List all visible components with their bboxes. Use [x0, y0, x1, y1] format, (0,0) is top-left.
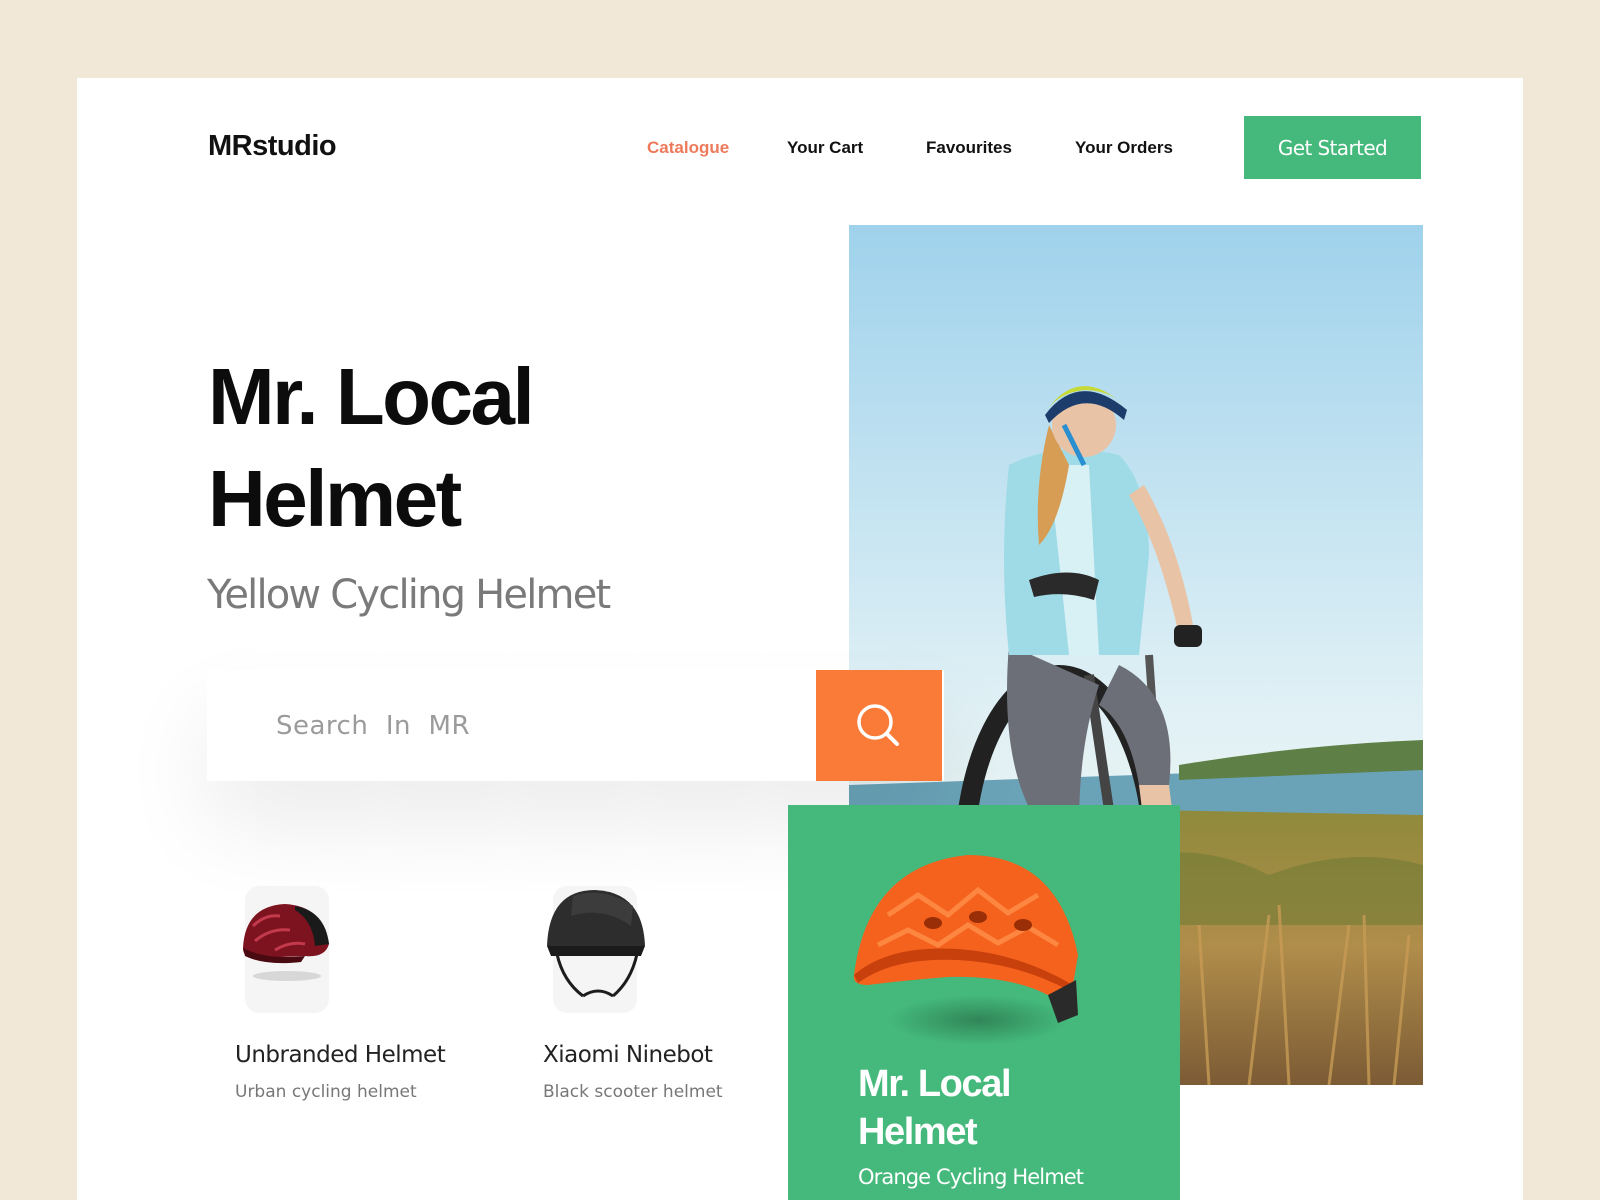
product-description: Black scooter helmet	[543, 1082, 723, 1102]
featured-product-card[interactable]: Mr. Local Helmet Orange Cycling Helmet	[788, 805, 1180, 1200]
featured-subtitle: Orange Cycling Helmet	[858, 1165, 1084, 1189]
hero-title: Mr. Local Helmet	[208, 346, 535, 550]
hero-title-line-2: Helmet	[208, 454, 462, 543]
featured-title-line-2: Helmet	[858, 1111, 978, 1153]
hero-subtitle: Yellow Cycling Helmet	[207, 572, 611, 618]
search-icon	[857, 704, 899, 746]
product-description: Urban cycling helmet	[235, 1082, 417, 1102]
black-helmet-image	[547, 890, 645, 998]
nav-item-catalogue[interactable]: Catalogue	[647, 138, 729, 158]
search-button[interactable]	[816, 670, 942, 781]
featured-title-line-1: Mr. Local	[858, 1063, 1012, 1105]
product-name: Xiaomi Ninebot	[543, 1042, 713, 1068]
nav-item-favourites[interactable]: Favourites	[926, 138, 1012, 158]
search-input[interactable]	[207, 670, 817, 781]
orange-helmet-image	[853, 855, 1078, 1045]
brand-logo[interactable]: MRstudio	[208, 130, 337, 163]
product-name: Unbranded Helmet	[235, 1042, 446, 1068]
red-helmet-image	[243, 904, 329, 981]
nav-item-your-cart[interactable]: Your Cart	[787, 138, 863, 158]
hero-title-line-1: Mr. Local	[208, 352, 535, 441]
get-started-button[interactable]: Get Started	[1244, 116, 1421, 179]
nav-item-your-orders[interactable]: Your Orders	[1075, 138, 1173, 158]
landing-card: MRstudio Catalogue Your Cart Favourites …	[77, 78, 1523, 1200]
featured-title: Mr. Local Helmet	[858, 1060, 1012, 1156]
